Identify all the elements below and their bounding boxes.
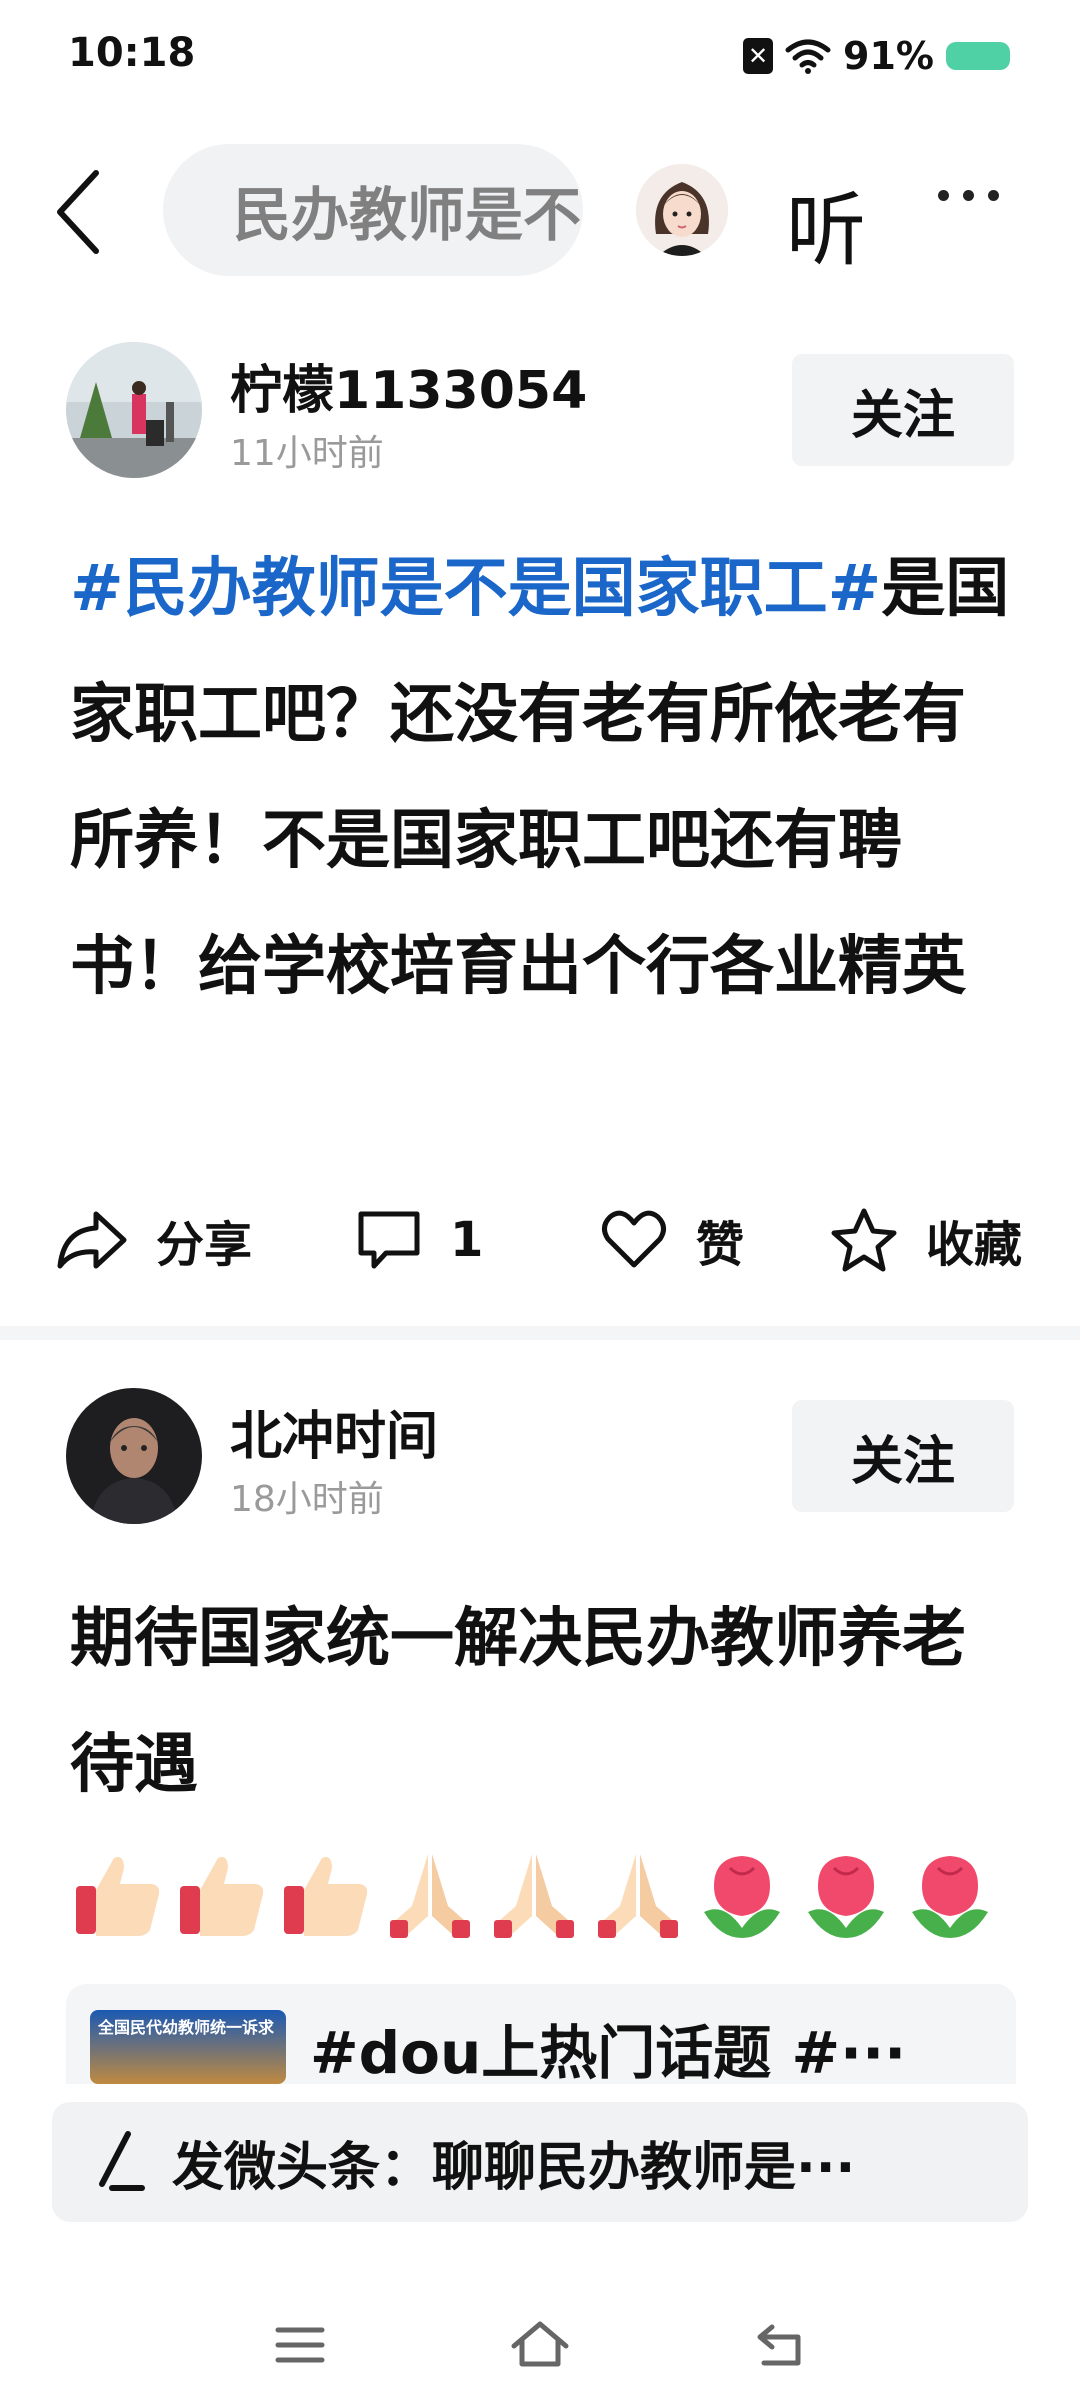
post-content[interactable]: 期待国家统一解决民办教师养老待遇	[70, 1576, 1020, 1954]
battery-icon	[946, 42, 1010, 70]
comment-count: 1	[450, 1212, 484, 1268]
status-time: 10:18	[68, 30, 196, 76]
rose-icon	[704, 1856, 780, 1939]
home-button[interactable]	[505, 2310, 575, 2380]
share-label: 分享	[156, 1217, 253, 1273]
more-options-icon[interactable]	[938, 190, 999, 201]
post-time: 18小时前	[230, 1479, 384, 1520]
like-button[interactable]: 赞	[600, 1200, 744, 1280]
folded-hands-icon	[494, 1854, 574, 1939]
battery-percent: 91%	[843, 34, 934, 78]
folded-hands-icon	[390, 1854, 470, 1939]
comment-button[interactable]: 1	[356, 1200, 483, 1280]
wifi-icon	[785, 39, 831, 74]
thumbs-up-icon	[76, 1857, 160, 1937]
post-time: 11小时前	[230, 433, 384, 474]
system-nav-bar	[0, 2290, 1080, 2400]
share-icon	[57, 1211, 127, 1269]
menu-button[interactable]	[265, 2310, 335, 2380]
menu-icon	[275, 2327, 325, 2363]
assistant-avatar-icon	[636, 164, 728, 256]
link-thumbnail-text: 全国民代幼教师统一诉求	[97, 2018, 274, 2037]
emoji-group	[70, 1846, 998, 1942]
status-bar: 10:18 ✕ 91%	[0, 0, 1080, 110]
post-divider	[0, 1326, 1080, 1340]
star-icon	[831, 1208, 897, 1272]
avatar[interactable]	[66, 1388, 202, 1524]
home-icon	[511, 2321, 569, 2367]
search-query: 民办教师是不是国家职工	[233, 181, 583, 249]
rose-icon	[808, 1856, 884, 1939]
username[interactable]: 柠檬1133054	[230, 348, 587, 423]
no-sim-icon: ✕	[743, 38, 774, 74]
link-title: #dou上热门话题 #···	[310, 2019, 907, 2084]
topic-link-card[interactable]: 全国民代幼教师统一诉求 #dou上热门话题 #···	[66, 1984, 1016, 2084]
post-actions: 分享 1 赞 收藏	[0, 1200, 1080, 1280]
comment-icon	[358, 1211, 420, 1269]
return-icon	[757, 2324, 801, 2366]
post-content[interactable]: #民办教师是不是国家职工#是国家职工吧？还没有老有所依老有所养！不是国家职工吧还…	[70, 526, 1020, 1030]
link-thumbnail: 全国民代幼教师统一诉求	[90, 2010, 286, 2084]
share-button[interactable]: 分享	[56, 1200, 252, 1280]
heart-icon	[602, 1210, 666, 1268]
rose-icon	[912, 1856, 988, 1939]
username[interactable]: 北冲时间	[230, 1394, 438, 1469]
post-text: 期待国家统一解决民办教师养老待遇	[70, 1602, 966, 1802]
compose-input[interactable]: 发微头条：聊聊民办教师是···	[52, 2102, 1028, 2222]
folded-hands-icon	[598, 1854, 678, 1939]
listen-button[interactable]: 听	[786, 166, 866, 282]
follow-button[interactable]: 关注	[792, 1400, 1014, 1512]
pen-icon	[99, 2131, 145, 2191]
favorite-button[interactable]: 收藏	[830, 1200, 1022, 1280]
back-nav-button[interactable]	[745, 2310, 815, 2380]
status-icons: ✕ 91%	[743, 34, 1010, 78]
avatar[interactable]	[66, 342, 202, 478]
follow-button[interactable]: 关注	[792, 354, 1014, 466]
search-input[interactable]: 民办教师是不是国家职工	[163, 144, 583, 276]
hashtag-link[interactable]: #民办教师是不是国家职工#	[70, 552, 881, 626]
back-arrow-icon	[57, 170, 99, 254]
like-label: 赞	[696, 1217, 745, 1273]
thumbs-up-icon	[180, 1857, 264, 1937]
back-button[interactable]	[52, 162, 122, 262]
assistant-avatar[interactable]	[636, 164, 728, 256]
top-bar: 民办教师是不是国家职工 听	[0, 140, 1080, 280]
compose-prompt: 发微头条：聊聊民办教师是···	[172, 2137, 856, 2198]
thumbs-up-icon	[284, 1857, 368, 1937]
favorite-label: 收藏	[926, 1217, 1023, 1273]
